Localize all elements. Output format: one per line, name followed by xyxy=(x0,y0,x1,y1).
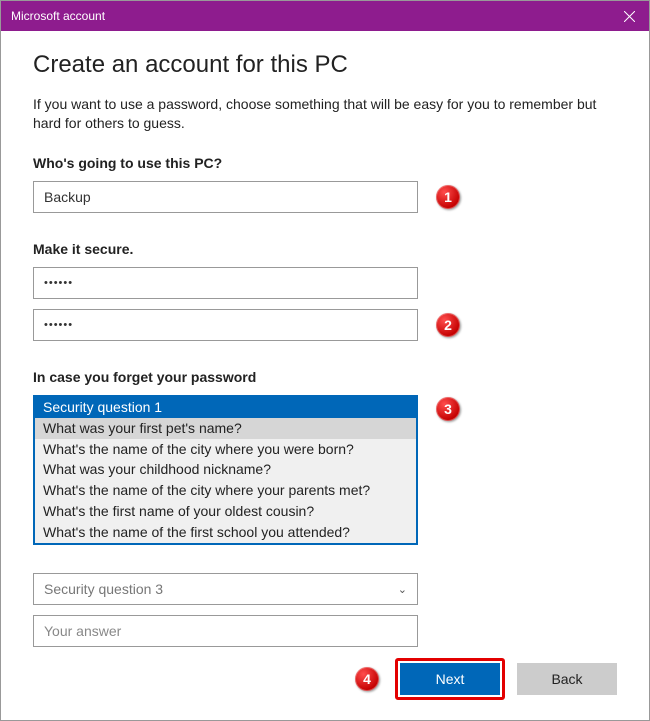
chevron-down-icon: ⌄ xyxy=(398,583,407,596)
dropdown-option[interactable]: What was your childhood nickname? xyxy=(35,459,416,480)
select-placeholder: Security question 3 xyxy=(44,581,163,597)
dropdown-option[interactable]: What's the name of the first school you … xyxy=(35,522,416,543)
security-question-1-dropdown[interactable]: Security question 1 What was your first … xyxy=(33,395,418,545)
username-input[interactable] xyxy=(33,181,418,213)
annotation-badge-1: 1 xyxy=(436,185,460,209)
annotation-badge-2: 2 xyxy=(436,313,460,337)
content-area: Create an account for this PC If you wan… xyxy=(1,31,649,647)
next-button-highlight: Next xyxy=(395,658,505,700)
password-confirm-input[interactable]: •••••• xyxy=(33,309,418,341)
dropdown-option[interactable]: What was your first pet's name? xyxy=(35,418,416,439)
page-title: Create an account for this PC xyxy=(33,51,617,79)
intro-text: If you want to use a password, choose so… xyxy=(33,95,617,133)
security-label: In case you forget your password xyxy=(33,369,617,385)
password-input[interactable]: •••••• xyxy=(33,267,418,299)
dropdown-option-selected[interactable]: Security question 1 xyxy=(35,397,416,418)
security-question-3-select[interactable]: Security question 3 ⌄ xyxy=(33,573,418,605)
footer-buttons: 4 Next Back xyxy=(355,658,617,700)
window-title: Microsoft account xyxy=(11,9,105,23)
dropdown-option[interactable]: What's the name of the city where you we… xyxy=(35,439,416,460)
username-label: Who's going to use this PC? xyxy=(33,155,617,171)
annotation-badge-4: 4 xyxy=(355,667,379,691)
next-button[interactable]: Next xyxy=(400,663,500,695)
password-label: Make it secure. xyxy=(33,241,617,257)
titlebar: Microsoft account xyxy=(1,1,649,31)
dropdown-option[interactable]: What's the name of the city where your p… xyxy=(35,480,416,501)
close-button[interactable] xyxy=(609,1,649,31)
dropdown-option[interactable]: What's the first name of your oldest cou… xyxy=(35,501,416,522)
annotation-badge-3: 3 xyxy=(436,397,460,421)
back-button[interactable]: Back xyxy=(517,663,617,695)
security-answer-input[interactable] xyxy=(33,615,418,647)
